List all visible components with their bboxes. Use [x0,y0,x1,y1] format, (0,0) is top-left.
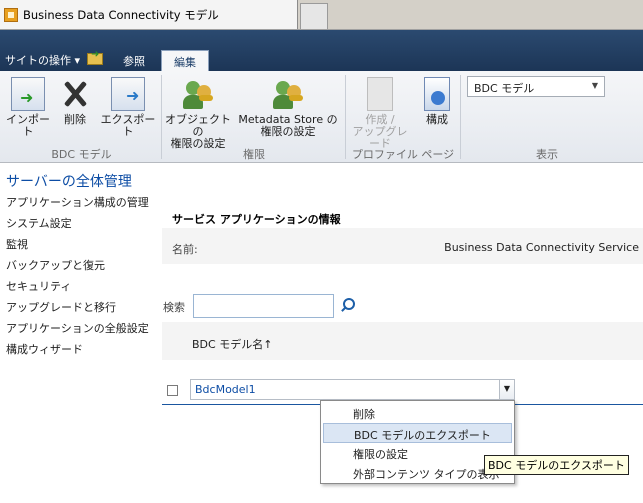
list-item[interactable]: BdcModel1 [190,379,500,400]
browser-tab-bar: Business Data Connectivity モデル [0,0,643,30]
view-select[interactable]: BDC モデル ▼ [467,76,605,97]
menu-item-export-bdc-model[interactable]: BDC モデルのエクスポート [323,423,512,443]
list-header: BDC モデル名↑ [162,322,643,360]
column-header-bdc-model-name[interactable]: BDC モデル名↑ [192,336,272,352]
nav-item-backup-restore[interactable]: バックアップと復元 [6,257,105,273]
search-icon[interactable] [340,298,355,312]
nav-item-application-management[interactable]: アプリケーション構成の管理 [6,194,149,210]
nav-item-security[interactable]: セキュリティ [6,278,71,294]
import-label: インポート [6,113,50,138]
group-label-permissions: 権限 [243,148,265,161]
section-title: サービス アプリケーションの情報 [172,213,341,226]
nav-item-configuration-wizards[interactable]: 構成ウィザード [6,341,83,357]
group-separator [345,75,346,159]
chevron-down-icon: ▼ [503,384,511,393]
view-select-value: BDC モデル [474,82,535,95]
browser-tab[interactable]: Business Data Connectivity モデル [0,0,298,29]
tooltip: BDC モデルのエクスポート [484,455,629,475]
site-actions-menu[interactable]: サイトの操作 ▾ [5,52,80,68]
import-button[interactable]: インポート [4,77,52,138]
object-permissions-label-1: オブジェクトの [165,113,231,138]
create-upgrade-button[interactable]: 作成 / アップグレード [348,77,412,150]
export-icon [111,77,145,111]
navigate-up-icon[interactable] [87,49,103,65]
tab-browse[interactable]: 参照 [115,50,153,71]
configure-label: 構成 [426,113,448,126]
nav-item-general-settings[interactable]: アプリケーションの全般設定 [6,320,149,336]
nav-item-monitoring[interactable]: 監視 [6,236,28,252]
metadata-store-permissions-icon [271,77,305,111]
nav-item-system-settings[interactable]: システム設定 [6,215,72,231]
nav-header-central-admin[interactable]: サーバーの全体管理 [6,171,132,191]
group-separator [460,75,461,159]
export-button[interactable]: エクスポート [97,77,159,138]
nav-item-upgrade-migration[interactable]: アップグレードと移行 [6,299,116,315]
export-label: エクスポート [100,113,156,138]
search-input[interactable] [193,294,334,318]
group-label-view: 表示 [536,148,558,161]
delete-label: 削除 [64,113,86,126]
tab-edit[interactable]: 編集 [161,50,209,71]
object-permissions-button[interactable]: オブジェクトの 権限の設定 [164,77,232,150]
chevron-down-icon: ▼ [591,81,598,90]
delete-button[interactable]: 削除 [57,77,93,126]
name-value: Business Data Connectivity Service [444,241,639,254]
sharepoint-page-icon [4,7,18,22]
menu-item-delete[interactable]: 削除 [323,403,512,423]
configure-button[interactable]: 構成 [418,77,456,126]
group-label-profile-page: プロファイル ページ [351,148,455,161]
object-permissions-icon [181,77,215,111]
search-label: 検索 [163,301,185,314]
name-label: 名前: [172,243,198,256]
group-separator [161,75,162,159]
row-checkbox[interactable] [167,385,178,396]
browser-tab-title: Business Data Connectivity モデル [23,7,219,22]
delete-icon [58,77,92,111]
row-dropdown-button[interactable]: ▼ [499,379,515,400]
import-icon [11,77,45,111]
configure-icon [424,77,450,111]
new-tab-button[interactable] [300,3,328,29]
create-upgrade-icon [367,77,393,111]
group-label-bdc-model: BDC モデル [51,148,112,161]
metadata-store-permissions-label-2: 権限の設定 [260,125,316,138]
metadata-store-permissions-button[interactable]: Metadata Store の 権限の設定 [234,77,342,138]
service-name-row: 名前: Business Data Connectivity Service [162,228,643,264]
